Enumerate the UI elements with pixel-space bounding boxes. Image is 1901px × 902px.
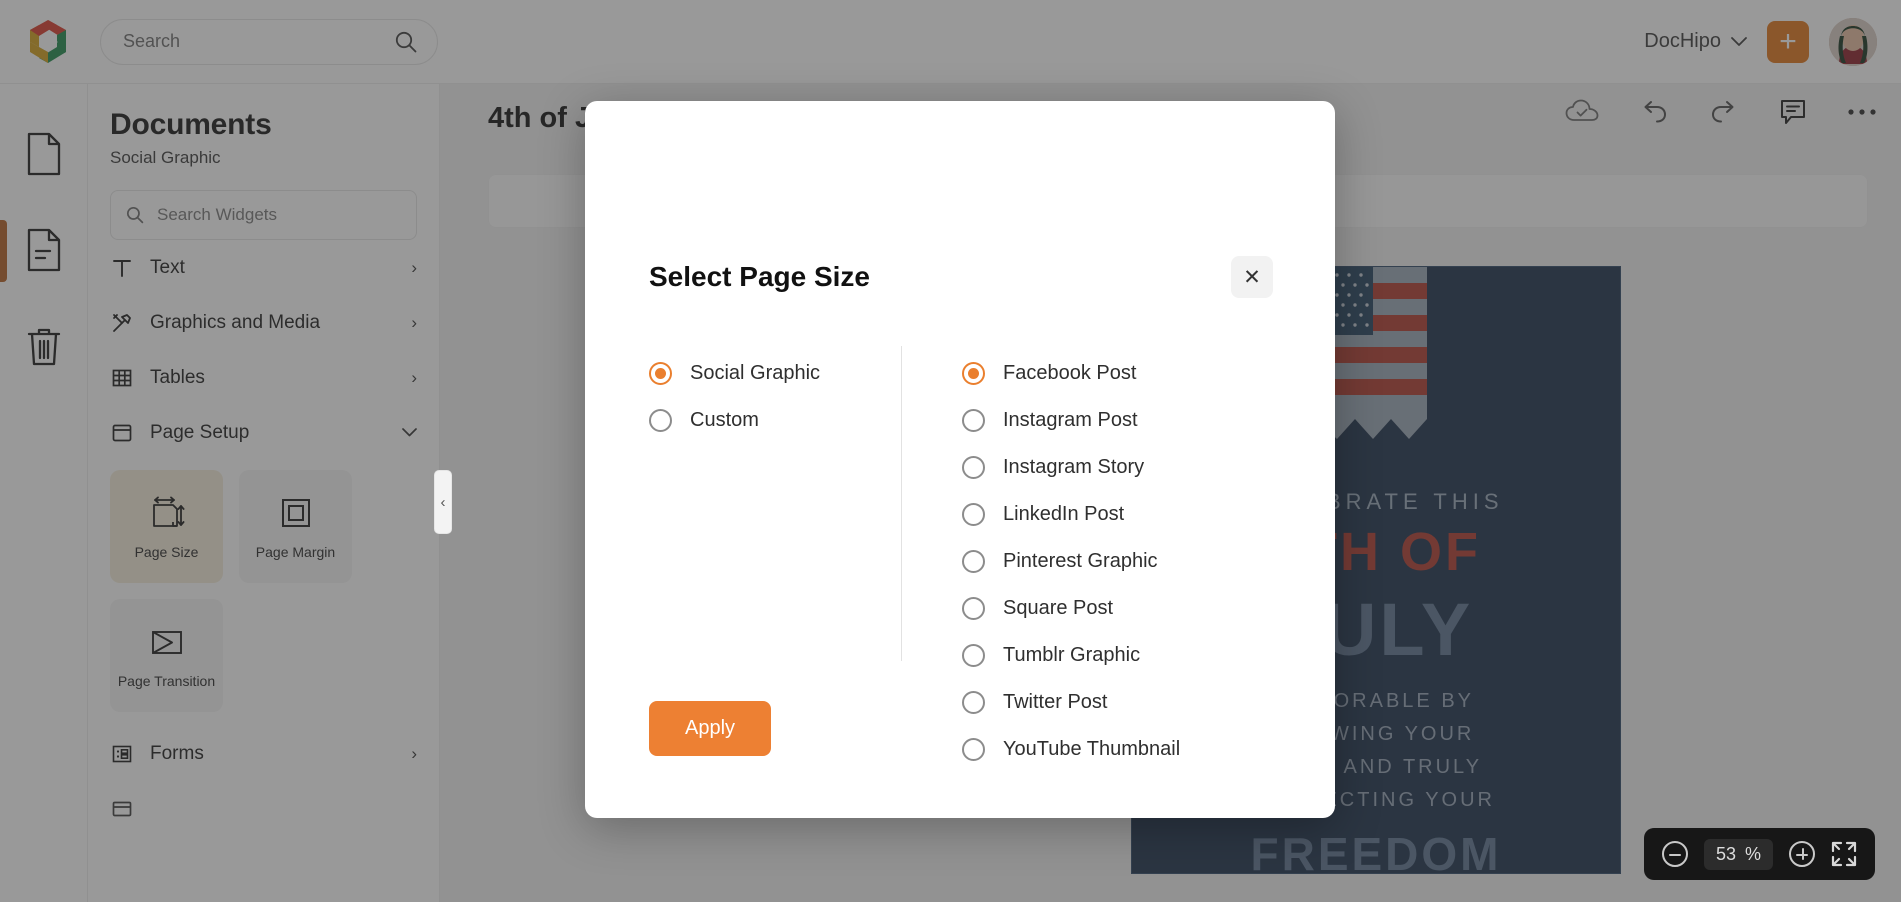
app-root: DocHipo +: [0, 0, 1901, 902]
zoom-in-icon[interactable]: [1789, 841, 1815, 867]
fit-to-screen-icon[interactable]: [1831, 841, 1857, 867]
radio-indicator[interactable]: [962, 691, 985, 714]
radio-indicator[interactable]: [962, 738, 985, 761]
select-page-size-modal: Select Page Size ✕ Social Graphic Custom: [585, 101, 1335, 818]
radio-indicator[interactable]: [962, 503, 985, 526]
radio-option-square-post[interactable]: Square Post: [962, 585, 1180, 632]
panel-collapse-handle[interactable]: ‹: [434, 470, 452, 534]
close-icon[interactable]: ✕: [1231, 256, 1273, 298]
radio-option-tumblr-graphic[interactable]: Tumblr Graphic: [962, 632, 1180, 679]
radio-indicator[interactable]: [962, 362, 985, 385]
radio-label: Social Graphic: [690, 362, 821, 384]
radio-option-twitter-post[interactable]: Twitter Post: [962, 679, 1180, 726]
apply-button[interactable]: Apply: [649, 701, 771, 756]
radio-indicator[interactable]: [962, 456, 985, 479]
radio-option-linkedin-post[interactable]: LinkedIn Post: [962, 491, 1180, 538]
radio-indicator[interactable]: [649, 409, 672, 432]
page-size-preset-group: Facebook Post Instagram Post Instagram S…: [902, 346, 1180, 773]
zoom-value: 53: [1715, 843, 1736, 864]
zoom-level[interactable]: 53 %: [1703, 838, 1773, 870]
radio-label: Custom: [690, 409, 759, 431]
radio-label: Instagram Post: [1003, 409, 1138, 431]
radio-indicator[interactable]: [962, 644, 985, 667]
radio-indicator[interactable]: [962, 550, 985, 573]
radio-indicator[interactable]: [962, 409, 985, 432]
radio-option-custom[interactable]: Custom: [649, 397, 901, 444]
radio-label: Instagram Story: [1003, 456, 1145, 478]
radio-label: LinkedIn Post: [1003, 503, 1125, 525]
radio-indicator[interactable]: [649, 362, 672, 385]
radio-option-instagram-story[interactable]: Instagram Story: [962, 444, 1180, 491]
chevron-left-icon: ‹: [440, 493, 446, 511]
radio-indicator[interactable]: [962, 597, 985, 620]
zoom-out-icon[interactable]: [1661, 841, 1688, 867]
radio-label: Twitter Post: [1003, 691, 1108, 713]
radio-label: Facebook Post: [1003, 362, 1137, 384]
radio-option-pinterest-graphic[interactable]: Pinterest Graphic: [962, 538, 1180, 585]
radio-option-youtube-thumbnail[interactable]: YouTube Thumbnail: [962, 726, 1180, 773]
zoom-controls: 53 %: [1643, 828, 1875, 880]
zoom-unit: %: [1744, 843, 1761, 864]
radio-option-instagram-post[interactable]: Instagram Post: [962, 397, 1180, 444]
radio-option-social-graphic[interactable]: Social Graphic: [649, 350, 901, 397]
modal-footer: Apply: [649, 701, 771, 756]
radio-label: Tumblr Graphic: [1003, 644, 1141, 666]
modal-title: Select Page Size: [649, 261, 871, 292]
radio-option-facebook-post[interactable]: Facebook Post: [962, 350, 1180, 397]
radio-label: Pinterest Graphic: [1003, 550, 1158, 572]
radio-label: YouTube Thumbnail: [1003, 738, 1181, 760]
radio-label: Square Post: [1003, 597, 1114, 619]
